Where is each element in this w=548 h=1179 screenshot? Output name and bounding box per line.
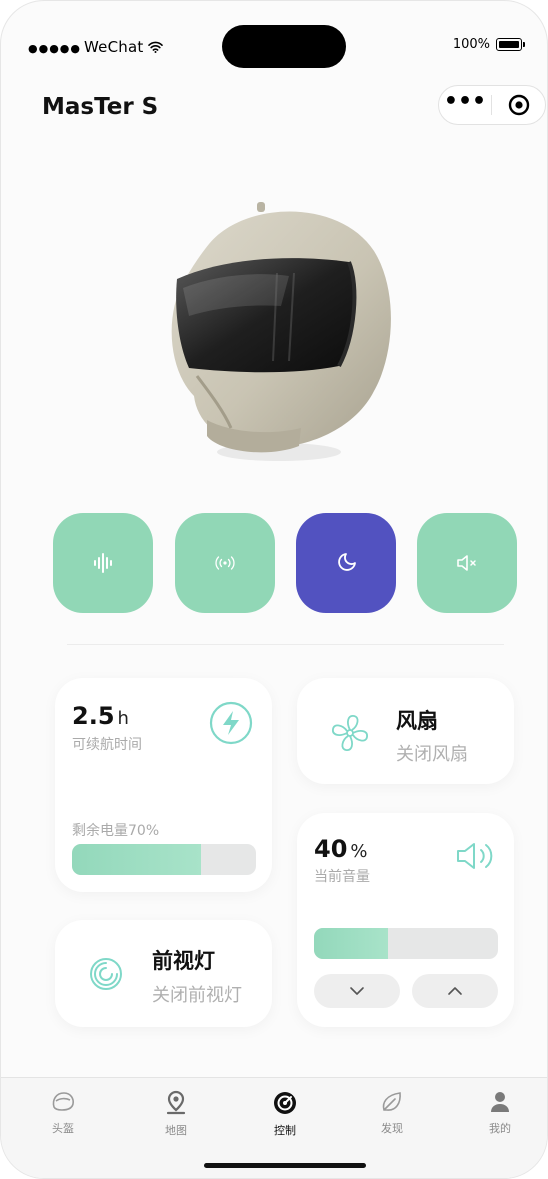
voice-button[interactable] [53, 513, 153, 613]
more-options-button[interactable]: ••• [439, 91, 491, 113]
speaker-icon [457, 843, 493, 869]
battery-level-fill [72, 844, 201, 875]
radio-button[interactable] [175, 513, 275, 613]
mute-button[interactable] [417, 513, 517, 613]
carrier-signal: ●●●●● WeChat [28, 38, 164, 56]
endurance-label: 可续航时间 [72, 737, 142, 753]
helmet-image [171, 202, 391, 461]
battery-card: 2.5 h 可续航时间 剩余电量70% [55, 678, 272, 892]
battery-level-bar [72, 844, 256, 875]
lightning-icon [209, 701, 253, 745]
miniprogram-capsule: ••• [438, 85, 546, 125]
wifi-icon [148, 41, 164, 53]
tab-control[interactable]: 控制 [245, 1090, 325, 1138]
battery-percent: 100% [452, 37, 490, 52]
fan-card[interactable]: 风扇 关闭风扇 [297, 678, 514, 784]
chevron-up-icon [448, 987, 462, 995]
headlight-card[interactable]: 前视灯 关闭前视灯 [55, 920, 272, 1027]
tab-map[interactable]: 地图 [136, 1090, 216, 1138]
carrier-name: WeChat [84, 38, 144, 56]
volume-level-fill [314, 928, 388, 959]
close-miniprogram-button[interactable] [492, 94, 545, 116]
moon-icon [338, 553, 356, 571]
section-divider [67, 644, 504, 645]
battery-status: 100% [453, 37, 525, 52]
volume-down-button[interactable] [314, 974, 400, 1008]
phone-screen: ●●●●● WeChat 100% MasTer S ••• 2.5 h 可续航… [0, 0, 548, 1179]
dynamic-island [222, 25, 346, 68]
voice-wave-icon [94, 553, 112, 573]
fan-icon [332, 715, 368, 751]
volume-level-bar[interactable] [314, 928, 498, 959]
status-bar: ●●●●● WeChat 100% [1, 1, 547, 81]
headlight-status: 关闭前视灯 [152, 985, 242, 1006]
helmet-tab-icon [52, 1092, 74, 1111]
chevron-down-icon [350, 987, 364, 995]
control-icon [274, 1092, 296, 1114]
volume-up-button[interactable] [412, 974, 498, 1008]
battery-icon [496, 38, 522, 51]
tab-helmet[interactable]: 头盔 [23, 1090, 103, 1136]
volume-value: 40% [314, 835, 368, 863]
target-icon [508, 94, 529, 116]
headlight-title: 前视灯 [152, 949, 215, 973]
night-mode-button[interactable] [296, 513, 396, 613]
endurance-value: 2.5 h [72, 702, 129, 730]
battery-remaining-label: 剩余电量70% [72, 823, 160, 839]
page-title: MasTer S [42, 94, 159, 120]
tab-discover[interactable]: 发现 [352, 1090, 432, 1136]
fan-title: 风扇 [396, 709, 438, 733]
home-indicator [204, 1163, 366, 1168]
fan-status: 关闭风扇 [396, 744, 468, 765]
map-pin-icon [166, 1090, 186, 1115]
mute-icon [457, 555, 476, 571]
signal-dots-icon: ●●●●● [28, 42, 81, 55]
headlight-icon [90, 958, 122, 990]
volume-label: 当前音量 [314, 869, 370, 885]
radio-signal-icon [215, 556, 235, 570]
tab-profile[interactable]: 我的 [460, 1090, 540, 1136]
discover-icon [382, 1092, 401, 1111]
profile-icon [491, 1092, 509, 1112]
